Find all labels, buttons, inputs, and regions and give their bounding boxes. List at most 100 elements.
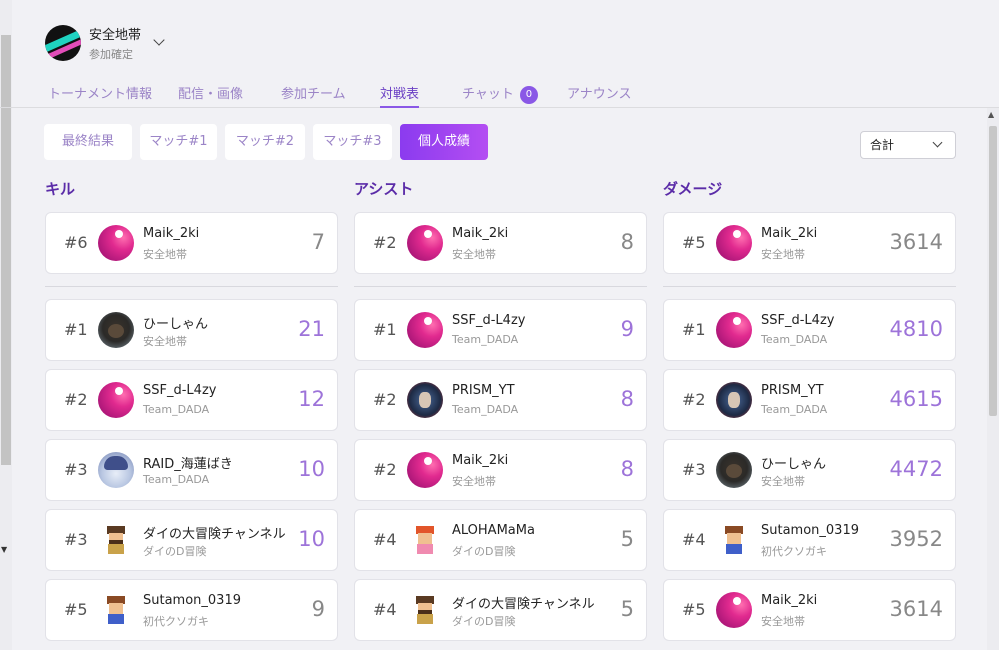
player-card[interactable]: #4 ALOHAMaMa ダイのD冒険 5: [354, 509, 647, 571]
player-stat-value: 9: [311, 597, 325, 621]
team-switcher[interactable]: 安全地帯 参加確定: [45, 24, 165, 62]
tab-teams[interactable]: 参加チーム: [281, 83, 346, 108]
player-card[interactable]: #1 SSF_d-L4zy Team_DADA 9: [354, 299, 647, 361]
right-scrollbar[interactable]: ▲: [987, 108, 999, 650]
avatar: [407, 522, 443, 558]
divider: [45, 286, 338, 287]
player-rank: #6: [64, 233, 88, 252]
player-card[interactable]: #1 ひーしゃん 安全地帯 21: [45, 299, 338, 361]
player-card[interactable]: #3 RAID_海蓮ばき Team_DADA 10: [45, 439, 338, 501]
player-card[interactable]: #4 Sutamon_0319 初代クソガキ 3952: [663, 509, 956, 571]
player-name: Maik_2ki: [761, 226, 818, 241]
player-stat-value: 8: [620, 387, 634, 411]
player-team: 安全地帯: [761, 615, 805, 628]
player-team: Team_DADA: [143, 403, 210, 416]
player-rank: #1: [682, 320, 706, 339]
avatar: [98, 452, 134, 488]
player-name: RAID_海蓮ばき: [143, 457, 233, 472]
divider: [663, 286, 956, 287]
player-card[interactable]: #2 PRISM_YT Team_DADA 8: [354, 369, 647, 431]
avatar: [407, 225, 443, 261]
player-stat-value: 3952: [889, 527, 943, 551]
player-card[interactable]: #6 Maik_2ki 安全地帯 7: [45, 212, 338, 274]
player-stat-value: 8: [620, 457, 634, 481]
tab-stream-images[interactable]: 配信・画像: [178, 83, 243, 108]
player-card[interactable]: #5 Maik_2ki 安全地帯 3614: [663, 579, 956, 641]
segment-final-result[interactable]: 最終結果: [44, 124, 132, 160]
player-stat-value: 4810: [889, 317, 943, 341]
player-card[interactable]: #5 Sutamon_0319 初代クソガキ 9: [45, 579, 338, 641]
damage-column: ダメージ #5 Maik_2ki 安全地帯 3614 #1 SSF_d-L4zy Team_D…: [663, 178, 956, 641]
player-team: ダイのD冒険: [452, 545, 516, 558]
player-card[interactable]: #2 Maik_2ki 安全地帯 8: [354, 212, 647, 274]
player-card[interactable]: #5 Maik_2ki 安全地帯 3614: [663, 212, 956, 274]
player-stat-value: 7: [311, 230, 325, 254]
tab-announcements[interactable]: アナウンス: [567, 83, 631, 108]
player-team: 初代クソガキ: [761, 545, 827, 558]
player-rank: #1: [373, 320, 397, 339]
chevron-down-icon: [932, 137, 943, 148]
player-stat-value: 12: [298, 387, 325, 411]
player-card[interactable]: #2 Maik_2ki 安全地帯 8: [354, 439, 647, 501]
tab-chat[interactable]: チャット 0: [462, 83, 538, 108]
player-team: 安全地帯: [761, 248, 805, 261]
player-name: ダイの大冒険チャンネル: [452, 597, 595, 612]
avatar: [716, 522, 752, 558]
column-title: アシスト: [354, 180, 414, 198]
player-name: Maik_2ki: [452, 226, 509, 241]
segment-match-2[interactable]: マッチ#2: [225, 124, 305, 160]
player-card[interactable]: #4 ダイの大冒険チャンネル ダイのD冒険 5: [354, 579, 647, 641]
scroll-up-arrow-icon[interactable]: ▲: [988, 110, 994, 119]
player-name: SSF_d-L4zy: [761, 313, 835, 328]
player-rank: #3: [64, 530, 88, 549]
player-card[interactable]: #3 ひーしゃん 安全地帯 4472: [663, 439, 956, 501]
player-name: Sutamon_0319: [143, 593, 241, 608]
segment-match-1[interactable]: マッチ#1: [140, 124, 217, 160]
player-team: Team_DADA: [761, 333, 828, 346]
player-card[interactable]: #1 SSF_d-L4zy Team_DADA 4810: [663, 299, 956, 361]
avatar: [716, 452, 752, 488]
player-team: Team_DADA: [143, 473, 210, 486]
player-name: Maik_2ki: [761, 593, 818, 608]
player-team: ダイのD冒険: [452, 615, 516, 628]
player-name: ダイの大冒険チャンネル: [143, 527, 286, 542]
avatar: [98, 382, 134, 418]
player-name: Sutamon_0319: [761, 523, 859, 538]
avatar: [407, 382, 443, 418]
team-status: 参加確定: [89, 48, 133, 61]
avatar: [98, 522, 134, 558]
tab-tournament-info[interactable]: トーナメント情報: [48, 83, 152, 108]
aggregate-select-value: 合計: [870, 138, 895, 152]
player-team: 安全地帯: [452, 248, 496, 261]
avatar: [407, 592, 443, 628]
player-stat-value: 4472: [889, 457, 943, 481]
avatar: [407, 452, 443, 488]
player-rank: #2: [373, 233, 397, 252]
chat-count-badge: 0: [519, 86, 538, 104]
player-stat-value: 10: [298, 527, 325, 551]
avatar: [98, 312, 134, 348]
scroll-down-arrow-icon[interactable]: ▼: [1, 545, 7, 554]
tab-chat-label: チャット: [462, 87, 514, 102]
player-card[interactable]: #3 ダイの大冒険チャンネル ダイのD冒険 10: [45, 509, 338, 571]
player-rank: #3: [64, 460, 88, 479]
player-rank: #5: [682, 233, 706, 252]
player-card[interactable]: #2 PRISM_YT Team_DADA 4615: [663, 369, 956, 431]
segment-match-3[interactable]: マッチ#3: [313, 124, 392, 160]
right-scrollbar-thumb[interactable]: [989, 126, 997, 416]
aggregate-select[interactable]: 合計: [860, 131, 956, 159]
player-stat-value: 5: [620, 597, 634, 621]
tab-bracket[interactable]: 対戦表: [380, 83, 420, 108]
chevron-down-icon[interactable]: [153, 34, 165, 46]
player-rank: #1: [64, 320, 88, 339]
team-name: 安全地帯: [89, 28, 142, 43]
player-name: PRISM_YT: [761, 383, 824, 398]
avatar: [716, 592, 752, 628]
player-card[interactable]: #2 SSF_d-L4zy Team_DADA 12: [45, 369, 338, 431]
player-rank: #5: [64, 600, 88, 619]
player-name: ひーしゃん: [143, 317, 209, 332]
player-team: 初代クソガキ: [143, 615, 209, 628]
player-rank: #3: [682, 460, 706, 479]
player-name: SSF_d-L4zy: [143, 383, 217, 398]
segment-individual-stats[interactable]: 個人成績: [400, 124, 488, 160]
